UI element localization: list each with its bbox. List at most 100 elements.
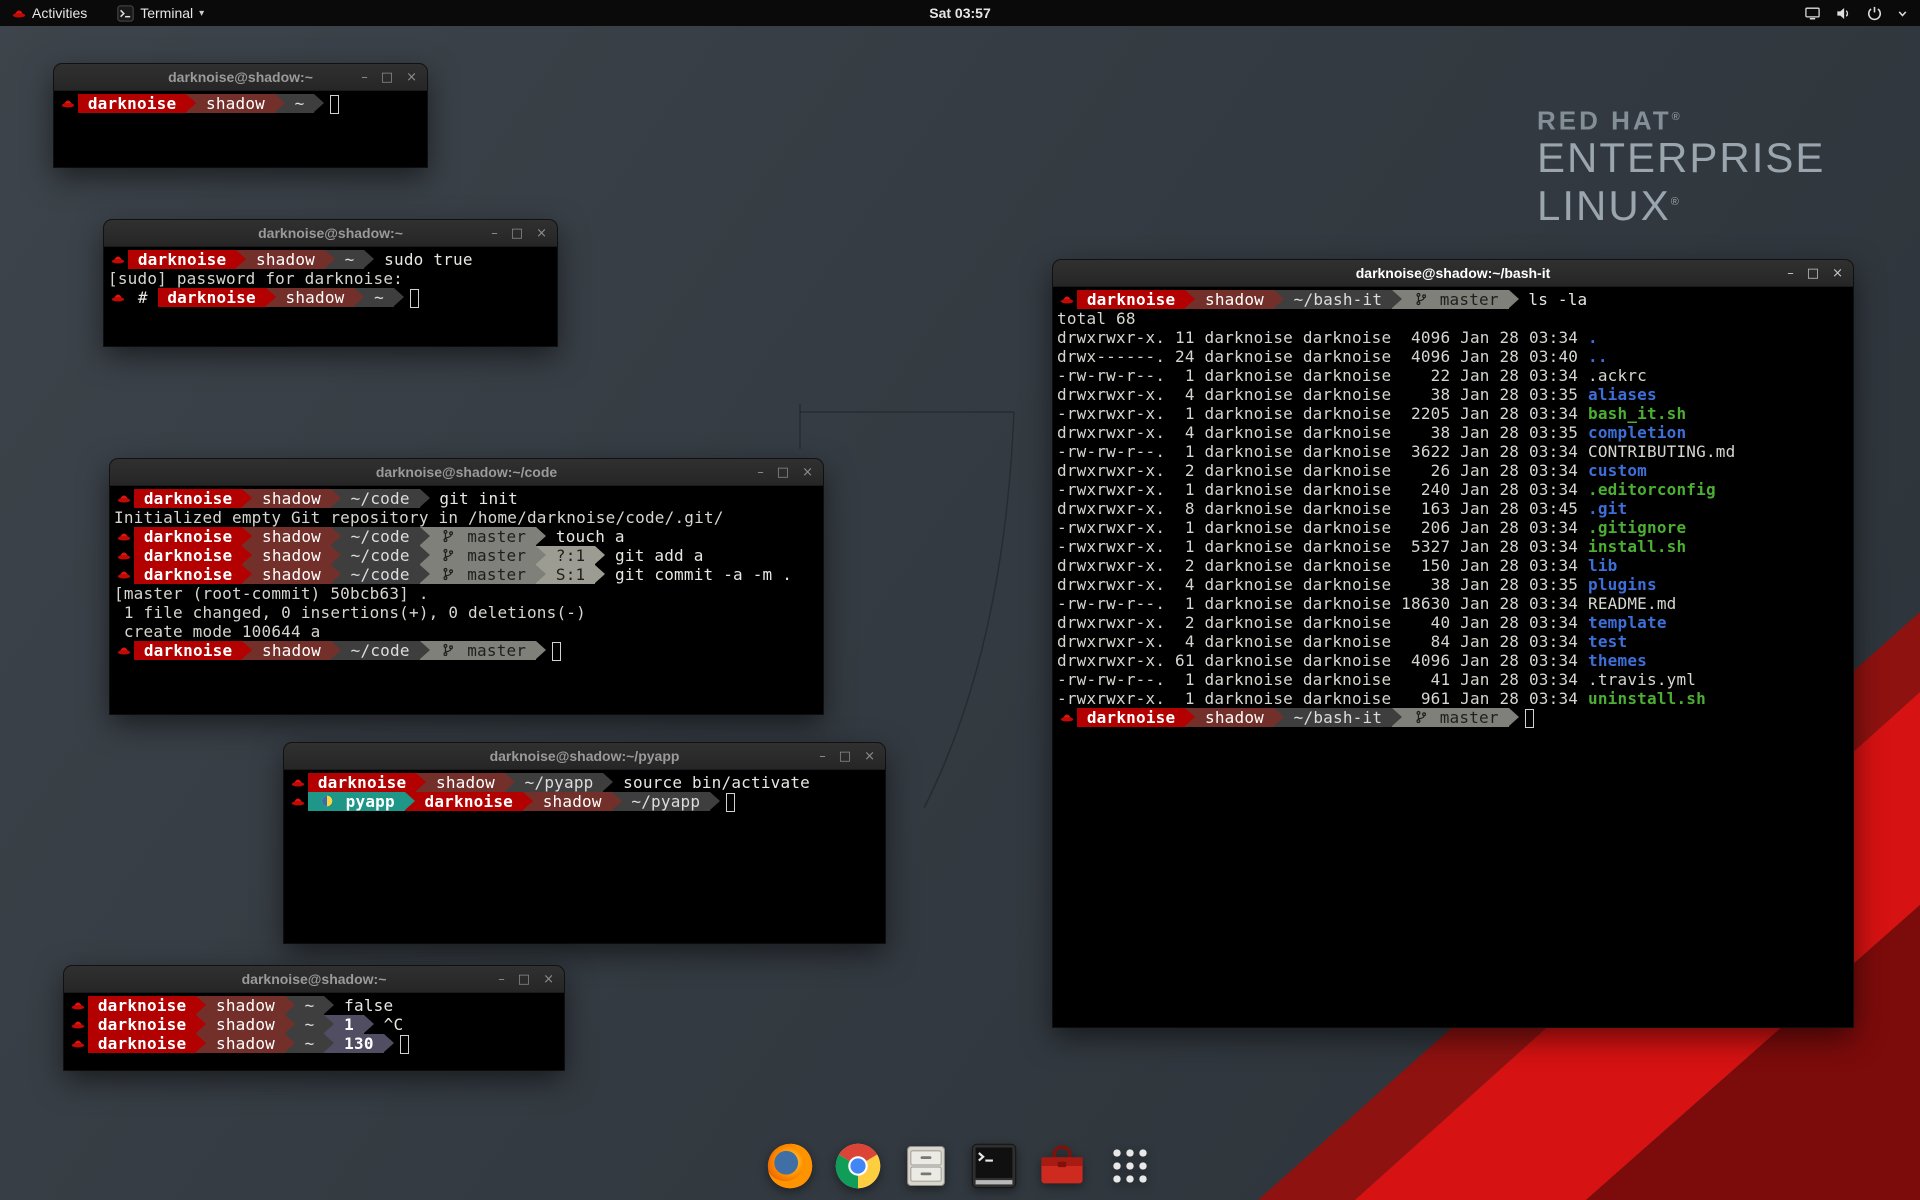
powerline-arrow — [331, 565, 341, 584]
terminal-content[interactable]: darknoise shadow ~ sudo true[sudo] passw… — [104, 247, 557, 346]
terminal-line: darknoise shadow ~ 1 ^C — [68, 1015, 564, 1034]
minimize-button[interactable]: – — [819, 750, 826, 763]
minimize-button[interactable]: – — [757, 466, 764, 479]
minimize-button[interactable]: – — [1787, 267, 1794, 280]
activities-button[interactable]: Activities — [0, 0, 99, 26]
powerline-arrow — [1392, 708, 1402, 727]
terminal-text: source bin/activate — [613, 773, 810, 792]
titlebar[interactable]: darknoise@shadow:~/bash-it–□× — [1053, 260, 1853, 287]
titlebar[interactable]: darknoise@shadow:~/code–□× — [110, 459, 823, 486]
terminal-content[interactable]: darknoise shadow ~/bash-it master ls -la… — [1053, 287, 1853, 1027]
terminal-text: -rwxrwxr-x. 1 darknoise darknoise 206 Ja… — [1057, 518, 1588, 537]
powerline-arrow — [536, 546, 546, 565]
activities-label: Activities — [32, 5, 87, 21]
terminal-text: touch a — [546, 527, 625, 546]
maximize-button[interactable]: □ — [839, 750, 851, 763]
terminal-window-bash-it[interactable]: darknoise@shadow:~/bash-it–□× darknoise … — [1053, 260, 1853, 1027]
close-button[interactable]: × — [543, 973, 554, 986]
powerline-arrow — [1392, 290, 1402, 309]
terminal-text — [308, 792, 318, 811]
terminal-window-code[interactable]: darknoise@shadow:~/code–□× darknoise sha… — [110, 459, 823, 714]
powerline-arrow — [186, 94, 196, 113]
minimize-button[interactable]: – — [491, 227, 498, 240]
python-icon — [318, 792, 336, 811]
terminal-text: -rwxrwxr-x. 1 darknoise darknoise 5327 J… — [1057, 537, 1588, 556]
terminal-text: -rw-rw-r--. 1 darknoise darknoise 41 Jan… — [1057, 670, 1588, 689]
system-tray[interactable] — [1804, 0, 1920, 26]
titlebar[interactable]: darknoise@shadow:~/pyapp–□× — [284, 743, 885, 770]
terminal-line: darknoise shadow ~/code master — [114, 641, 823, 660]
branch-icon — [439, 565, 457, 584]
terminal-content[interactable]: darknoise shadow ~ false darknoise shado… — [64, 993, 564, 1070]
terminal-text: drwxrwxr-x. 2 darknoise darknoise 40 Jan… — [1057, 613, 1588, 632]
terminal-text: themes — [1588, 651, 1647, 670]
terminal-text: ^C — [374, 1015, 404, 1034]
terminal-text: custom — [1588, 461, 1647, 480]
terminal-text: S:1 — [546, 565, 595, 584]
close-button[interactable]: × — [802, 466, 813, 479]
fedora-icon — [108, 288, 128, 307]
chevron-down-icon[interactable] — [1897, 8, 1908, 19]
branch-icon — [439, 546, 457, 565]
terminal-line: darknoise shadow ~ — [58, 94, 427, 113]
fedora-icon — [58, 94, 78, 113]
terminal-text: shadow — [276, 288, 355, 307]
terminal-text: darknoise — [88, 996, 196, 1015]
terminal-text: README.md — [1588, 594, 1677, 613]
dock-item-chrome[interactable] — [832, 1140, 884, 1192]
titlebar[interactable]: darknoise@shadow:~–□× — [104, 220, 557, 247]
dock-item-app-grid[interactable] — [1104, 1140, 1156, 1192]
power-icon[interactable] — [1866, 5, 1883, 22]
terminal-line: darknoise shadow ~ sudo true — [108, 250, 557, 269]
maximize-button[interactable]: □ — [777, 466, 789, 479]
minimize-button[interactable]: – — [361, 71, 368, 84]
terminal-window-home-3[interactable]: darknoise@shadow:~–□× darknoise shadow ~… — [64, 966, 564, 1070]
clock[interactable]: Sat 03:57 — [929, 5, 990, 21]
terminal-line: # darknoise shadow ~ — [108, 288, 557, 307]
titlebar[interactable]: darknoise@shadow:~–□× — [54, 64, 427, 91]
window-controls: –□ × — [819, 743, 875, 770]
dock-item-firefox[interactable] — [764, 1140, 816, 1192]
dock-item-files[interactable] — [900, 1140, 952, 1192]
terminal-text: darknoise — [78, 94, 186, 113]
titlebar[interactable]: darknoise@shadow:~–□× — [64, 966, 564, 993]
terminal-content[interactable]: darknoise shadow ~/code git initInitiali… — [110, 486, 823, 714]
close-button[interactable]: × — [1832, 267, 1843, 280]
terminal-window-home-2[interactable]: darknoise@shadow:~–□× darknoise shadow ~… — [104, 220, 557, 346]
close-button[interactable]: × — [406, 71, 417, 84]
terminal-text: master — [457, 546, 536, 565]
terminal-window-home-1[interactable]: darknoise@shadow:~–□× darknoise shadow ~ — [54, 64, 427, 167]
powerline-arrow — [331, 489, 341, 508]
terminal-text: [sudo] password for darknoise: — [108, 269, 413, 288]
terminal-line: darknoise shadow ~/code master touch a — [114, 527, 823, 546]
terminal-text: ~ — [295, 1015, 325, 1034]
maximize-button[interactable]: □ — [518, 973, 530, 986]
dock-item-toolbox[interactable] — [1036, 1140, 1088, 1192]
terminal-text: ~/bash-it — [1284, 708, 1392, 727]
app-menu-terminal[interactable]: Terminal ▾ — [107, 0, 214, 26]
terminal-line: drwxrwxr-x. 4 darknoise darknoise 38 Jan… — [1057, 575, 1853, 594]
terminal-content[interactable]: darknoise shadow ~/pyapp source bin/acti… — [284, 770, 885, 943]
terminal-line: darknoise shadow ~/bash-it master — [1057, 708, 1853, 727]
maximize-button[interactable]: □ — [511, 227, 523, 240]
screen-icon[interactable] — [1804, 5, 1821, 22]
terminal-text: darknoise — [415, 792, 523, 811]
powerline-arrow — [275, 94, 285, 113]
terminal-window-pyapp[interactable]: darknoise@shadow:~/pyapp–□× darknoise sh… — [284, 743, 885, 943]
terminal-text: aliases — [1588, 385, 1657, 404]
maximize-button[interactable]: □ — [1807, 267, 1819, 280]
terminal-text: 1 — [334, 1015, 364, 1034]
terminal-cursor — [1525, 709, 1534, 728]
terminal-text: drwxrwxr-x. 11 darknoise darknoise 4096 … — [1057, 328, 1588, 347]
close-button[interactable]: × — [864, 750, 875, 763]
terminal-line: [master (root-commit) 50bcb63] . — [114, 584, 823, 603]
powerline-arrow — [242, 489, 252, 508]
terminal-text: drwxrwxr-x. 4 darknoise darknoise 38 Jan… — [1057, 423, 1588, 442]
maximize-button[interactable]: □ — [381, 71, 393, 84]
volume-icon[interactable] — [1835, 5, 1852, 22]
terminal-content[interactable]: darknoise shadow ~ — [54, 91, 427, 167]
dock-item-terminal[interactable] — [968, 1140, 1020, 1192]
minimize-button[interactable]: – — [498, 973, 505, 986]
terminal-text: drwxrwxr-x. 4 darknoise darknoise 38 Jan… — [1057, 575, 1588, 594]
close-button[interactable]: × — [536, 227, 547, 240]
